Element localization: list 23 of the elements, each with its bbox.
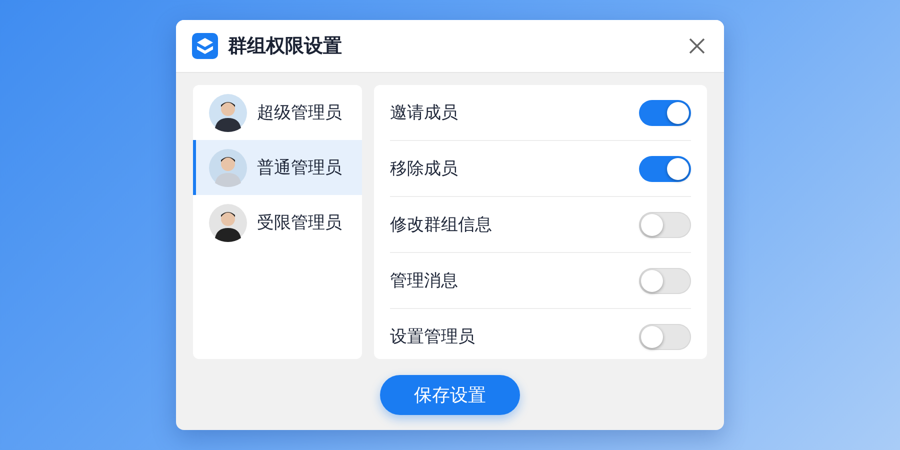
close-icon: [688, 37, 706, 55]
role-item[interactable]: 普通管理员: [193, 140, 362, 195]
role-item[interactable]: 超级管理员: [193, 85, 362, 140]
toggle-switch[interactable]: [639, 100, 691, 126]
permission-label: 管理消息: [390, 270, 458, 292]
toggle-switch[interactable]: [639, 324, 691, 350]
toggle-switch[interactable]: [639, 212, 691, 238]
permission-label: 设置管理员: [390, 326, 475, 348]
window-title: 群组权限设置: [228, 34, 343, 59]
avatar-icon: [209, 148, 247, 186]
save-button[interactable]: 保存设置: [380, 375, 520, 415]
layers-icon: [192, 33, 218, 59]
role-item[interactable]: 受限管理员: [193, 195, 362, 250]
toggle-switch[interactable]: [639, 156, 691, 182]
role-name: 超级管理员: [257, 102, 342, 124]
permission-label: 邀请成员: [390, 102, 458, 124]
toggle-switch[interactable]: [639, 268, 691, 294]
avatar-icon: [209, 204, 247, 242]
permission-label: 修改群组信息: [390, 214, 492, 236]
role-name: 受限管理员: [257, 212, 342, 234]
permission-label: 移除成员: [390, 158, 458, 180]
role-name: 普通管理员: [257, 157, 342, 179]
avatar-icon: [209, 94, 247, 132]
